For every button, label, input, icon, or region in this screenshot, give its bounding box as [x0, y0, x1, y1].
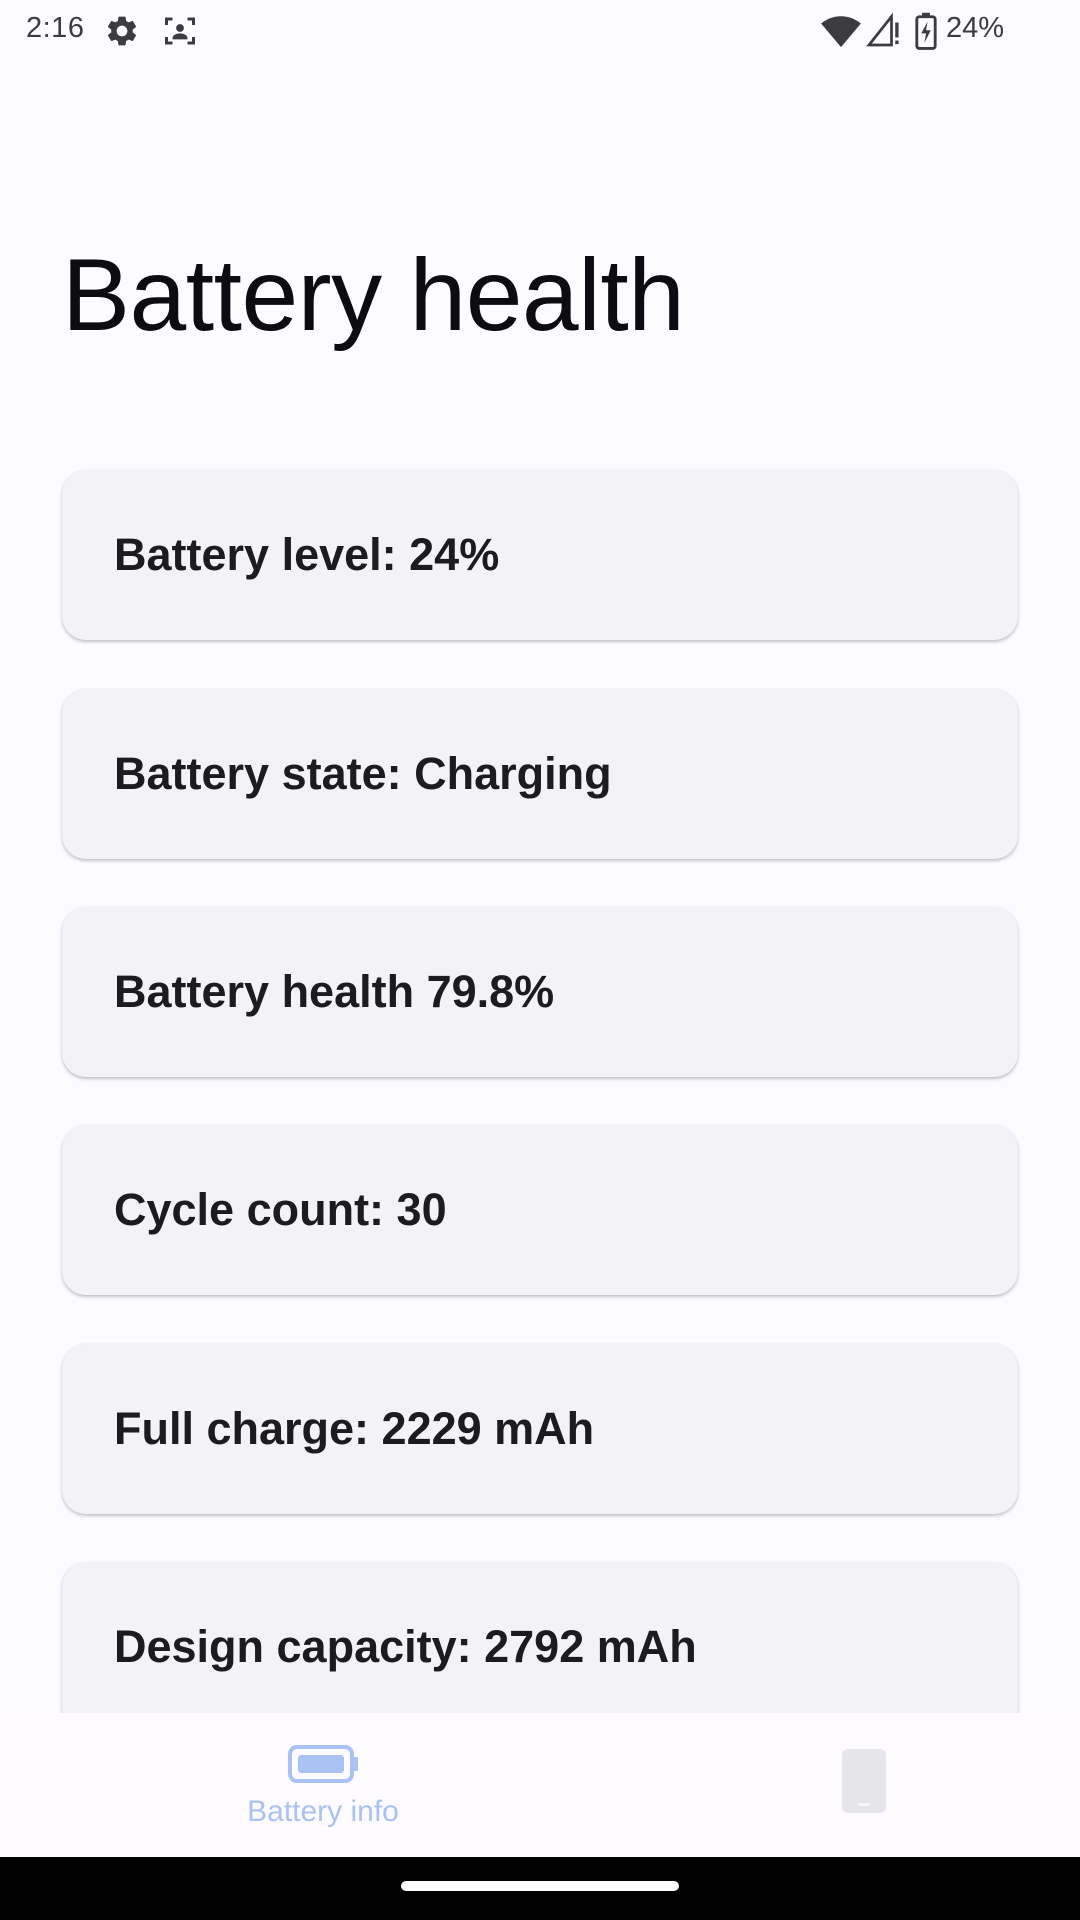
- battery-state-text: Battery state: Charging: [114, 748, 612, 799]
- cycle-count-card[interactable]: Cycle count: 30: [62, 1125, 1018, 1295]
- nav-item-battery-info[interactable]: Battery info: [193, 1713, 453, 1857]
- nav-label-battery-info: Battery info: [247, 1795, 399, 1828]
- battery-level-card[interactable]: Battery level: 24%: [62, 470, 1018, 640]
- phone-icon: [842, 1749, 886, 1813]
- status-time: 2:16: [26, 12, 85, 44]
- design-capacity-text: Design capacity: 2792 mAh: [114, 1621, 697, 1672]
- system-navigation-bar: [0, 1857, 1080, 1920]
- battery-state-card[interactable]: Battery state: Charging: [62, 689, 1018, 859]
- home-gesture-handle[interactable]: [401, 1881, 679, 1891]
- battery-charging-icon: [915, 12, 937, 50]
- gear-icon: [107, 16, 137, 46]
- cycle-count-text: Cycle count: 30: [114, 1184, 447, 1235]
- battery-health-card[interactable]: Battery health 79.8%: [62, 907, 1018, 1077]
- full-charge-text: Full charge: 2229 mAh: [114, 1403, 595, 1454]
- full-charge-card[interactable]: Full charge: 2229 mAh: [62, 1344, 1018, 1514]
- status-battery-percent: 24%: [946, 12, 1005, 44]
- signal-icon: [866, 12, 899, 47]
- wifi-icon: [821, 16, 861, 48]
- battery-level-text: Battery level: 24%: [114, 529, 500, 580]
- battery-health-text: Battery health 79.8%: [114, 966, 555, 1017]
- face-scan-icon: [165, 17, 195, 45]
- page-title: Battery health: [62, 238, 685, 352]
- battery-icon: [288, 1745, 358, 1783]
- bottom-navigation: Battery info: [0, 1713, 1080, 1857]
- status-bar: 2:16 24%: [0, 0, 1080, 62]
- nav-item-device[interactable]: [733, 1713, 993, 1857]
- design-capacity-card[interactable]: Design capacity: 2792 mAh: [62, 1562, 1018, 1732]
